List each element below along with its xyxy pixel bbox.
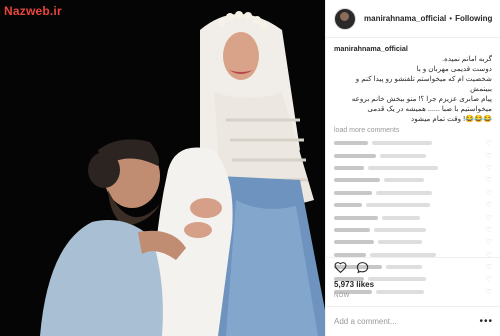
caption-author[interactable]: manirahnama_official: [334, 44, 408, 53]
comment-text: [368, 277, 426, 282]
load-more-comments[interactable]: load more comments: [326, 124, 500, 134]
comment-username[interactable]: [334, 153, 376, 158]
caption-line: دوست قدیمی مهربان و با: [416, 64, 492, 73]
comment-text: [376, 289, 424, 294]
comment-username[interactable]: [334, 178, 380, 183]
caption-line: 😂😂😂! وقت تمام میشود: [411, 114, 492, 123]
comment-row: ♡: [334, 199, 492, 211]
comment-row: ♡: [334, 162, 492, 174]
comment-like-icon[interactable]: ♡: [486, 238, 492, 246]
comment-row: ♡: [334, 137, 492, 149]
comment-like-icon[interactable]: ♡: [486, 201, 492, 209]
comment-like-icon[interactable]: ♡: [486, 214, 492, 222]
likes-count[interactable]: 5,973 likes: [334, 280, 374, 289]
comment-icon[interactable]: [356, 261, 369, 274]
comment-text: [384, 178, 424, 183]
comment-row: ♡: [334, 149, 492, 161]
comment-row: ♡: [334, 174, 492, 186]
comment-text: [376, 190, 432, 195]
caption: manirahnama_official گربه امانم نمیده. د…: [326, 38, 500, 124]
caption-line: ببینمش: [470, 84, 492, 93]
comment-text: [382, 215, 420, 220]
comment-text: [366, 203, 430, 208]
watermark: Nazweb.ir: [4, 4, 62, 18]
comment-like-icon[interactable]: ♡: [486, 164, 492, 172]
avatar[interactable]: [334, 7, 356, 30]
heart-icon[interactable]: [334, 261, 347, 274]
comment-like-icon[interactable]: ♡: [486, 288, 492, 296]
comment-username[interactable]: [334, 203, 362, 208]
comment-like-icon[interactable]: ♡: [486, 152, 492, 160]
comment-text: [378, 240, 422, 245]
comment-row: ♡: [334, 224, 492, 236]
comment-username[interactable]: [334, 165, 364, 170]
caption-line: گربه امانم نمیده.: [442, 54, 492, 63]
more-options-icon[interactable]: •••: [479, 316, 493, 327]
comment-username[interactable]: [334, 240, 374, 245]
comment-row: ♡: [334, 236, 492, 248]
comment-like-icon[interactable]: ♡: [486, 139, 492, 147]
comment-username[interactable]: [334, 227, 370, 232]
caption-line: شخصیت ام که میخواستم تلفنشو رو پیدا کنم …: [355, 74, 492, 83]
photo-illustration: [0, 0, 325, 336]
action-bar: [326, 257, 500, 277]
comment-row: ♡: [334, 187, 492, 199]
following-button[interactable]: Following: [455, 14, 492, 23]
comment-username[interactable]: [334, 190, 372, 195]
comment-text: [368, 165, 438, 170]
comment-row: ♡: [334, 211, 492, 223]
comment-username[interactable]: [334, 215, 378, 220]
add-comment-input[interactable]: Add a comment...: [334, 317, 397, 326]
separator-dot: •: [449, 14, 453, 23]
post-photo[interactable]: Nazweb.ir: [0, 0, 325, 336]
caption-line: پیام صابری عزیزم جرا ؟! منو ببخش خانم بر…: [351, 94, 492, 103]
comment-like-icon[interactable]: ♡: [486, 226, 492, 234]
comment-text: [374, 227, 426, 232]
comment-text: [372, 141, 432, 146]
add-comment-bar: Add a comment... •••: [326, 306, 500, 336]
comment-text: [380, 153, 426, 158]
caption-line: میخواستیم با صبا ...... همیشه در یک قدمی: [367, 104, 492, 113]
comment-username[interactable]: [334, 141, 368, 146]
post-time: NOW: [334, 293, 350, 299]
username[interactable]: manirahnama_official: [364, 14, 446, 23]
post-side-panel: manirahnama_official • Following manirah…: [325, 0, 500, 336]
comment-like-icon[interactable]: ♡: [486, 176, 492, 184]
post-header: manirahnama_official • Following: [326, 0, 500, 38]
comment-like-icon[interactable]: ♡: [486, 189, 492, 197]
